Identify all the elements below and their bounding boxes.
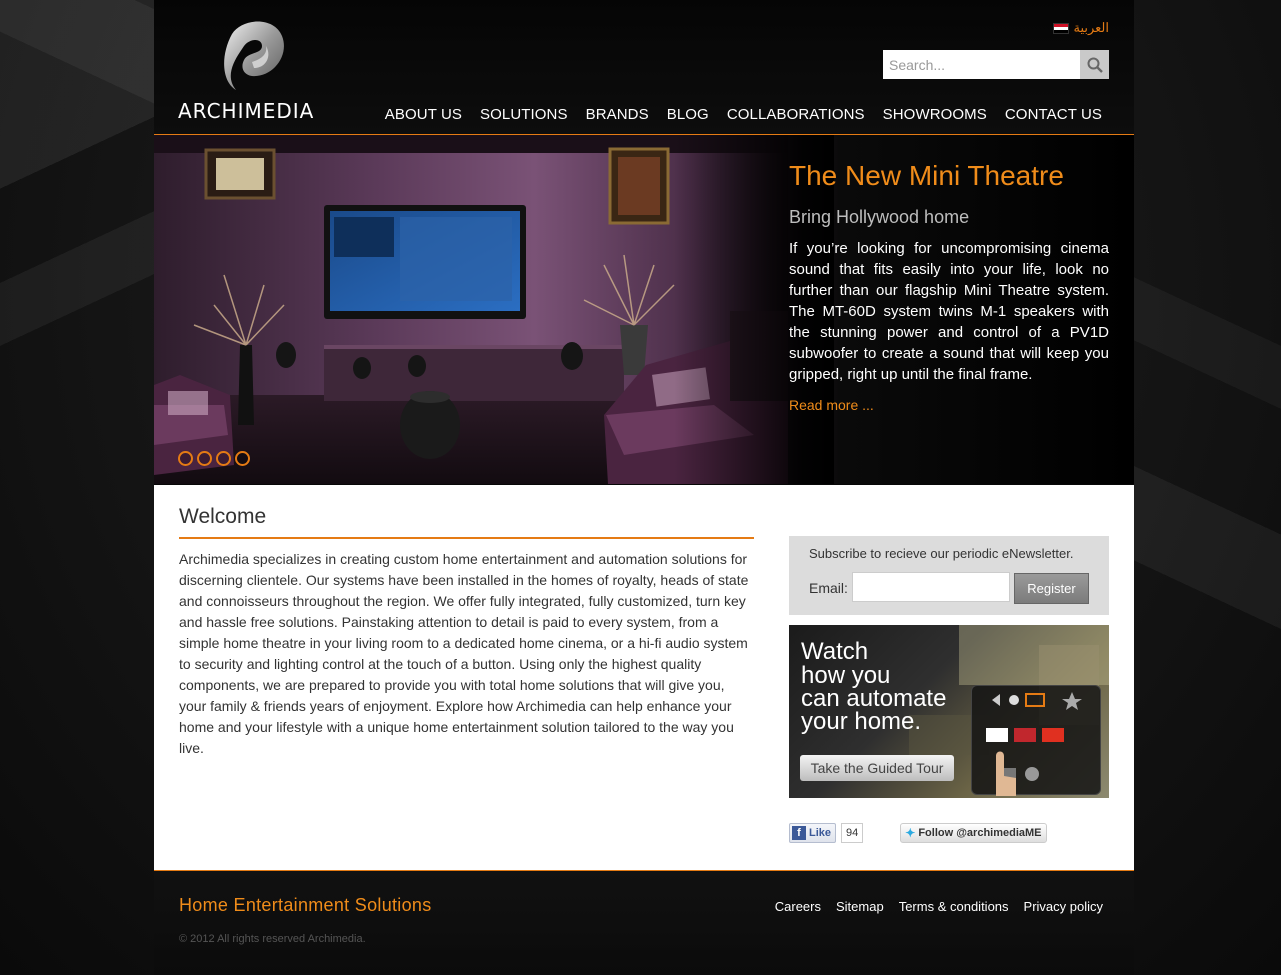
facebook-like-button[interactable]: f Like [789,823,837,843]
copyright: © 2012 All rights reserved Archimedia. [179,933,366,945]
slide-dot-2[interactable] [197,451,212,466]
read-more-link[interactable]: Read more ... [789,397,874,413]
main-content: Welcome Archimedia specializes in creati… [154,485,1134,870]
footer-links: Careers Sitemap Terms & conditions Priva… [775,899,1103,914]
footer-link-privacy[interactable]: Privacy policy [1024,899,1103,914]
heading-divider [179,537,754,539]
slide-dot-3[interactable] [216,451,231,466]
twitter-bird-icon: ✦ [905,826,916,840]
like-count: 94 [841,823,864,843]
nav-collaborations[interactable]: COLLABORATIONS [727,106,865,123]
newsletter-signup: Subscribe to recieve our periodic eNewsl… [789,536,1109,615]
register-button[interactable]: Register [1014,573,1089,604]
search-button[interactable] [1080,50,1109,79]
welcome-text: Archimedia specializes in creating custo… [179,551,749,756]
nav-contact-us[interactable]: CONTACT US [1005,106,1102,123]
social-buttons: f Like 94 ✦ Follow @archimediaME [789,823,1047,843]
hero-slider: The New Mini Theatre Bring Hollywood hom… [154,135,1134,484]
like-label: Like [809,827,832,839]
slider-pagination [178,451,250,466]
nav-about-us[interactable]: ABOUT US [385,106,462,123]
nav-blog[interactable]: BLOG [667,106,709,123]
guided-tour-banner[interactable]: Watch how you can automate your home. Ta… [789,625,1109,798]
brand-name: ARCHIMEDIA [178,99,315,123]
facebook-icon: f [792,826,806,840]
search-input[interactable] [883,50,1080,79]
page: ARCHIMEDIA العربية ABOUT US SOLUTIONS BR… [154,0,1134,975]
nav-brands[interactable]: BRANDS [586,106,649,123]
hero-description: If you’re looking for uncompromising cin… [789,240,1109,383]
tour-headline-line-1: Watch [801,638,869,665]
touch-panel-image [971,685,1101,796]
footer-link-careers[interactable]: Careers [775,899,821,914]
hero-subtitle: Bring Hollywood home [789,207,970,227]
welcome-heading: Welcome [179,505,267,528]
tour-headline-line-2: how you [801,662,891,689]
nav-showrooms[interactable]: SHOWROOMS [883,106,987,123]
email-label: Email: [809,580,848,596]
logo[interactable]: ARCHIMEDIA [178,16,324,123]
follow-label: Follow @archimediaME [918,827,1042,839]
guided-tour-button[interactable]: Take the Guided Tour [800,755,954,781]
slide-dot-4[interactable] [235,451,250,466]
header: ARCHIMEDIA العربية ABOUT US SOLUTIONS BR… [154,0,1134,135]
email-field[interactable] [852,572,1010,602]
nav-solutions[interactable]: SOLUTIONS [480,106,568,123]
slide-dot-1[interactable] [178,451,193,466]
language-switch[interactable]: العربية [1053,20,1109,36]
footer-tagline: Home Entertainment Solutions [179,895,432,915]
egypt-flag-icon [1053,22,1070,34]
tour-headline-line-3: can automate [801,685,947,712]
search-box [883,50,1109,79]
main-nav: ABOUT US SOLUTIONS BRANDS BLOG COLLABORA… [385,106,1102,123]
tour-headline-line-4: your home. [801,708,922,735]
touch-panel-icons [986,692,1082,796]
search-icon [1087,57,1103,73]
language-link[interactable]: العربية [1073,20,1109,36]
footer: Home Entertainment Solutions © 2012 All … [154,870,1134,975]
footer-link-terms[interactable]: Terms & conditions [899,899,1009,914]
twitter-follow-button[interactable]: ✦ Follow @archimediaME [900,823,1047,843]
newsletter-prompt: Subscribe to recieve our periodic eNewsl… [809,546,1074,561]
archimedia-logo-icon [224,21,284,90]
footer-link-sitemap[interactable]: Sitemap [836,899,884,914]
hero-title: The New Mini Theatre [789,160,1064,191]
